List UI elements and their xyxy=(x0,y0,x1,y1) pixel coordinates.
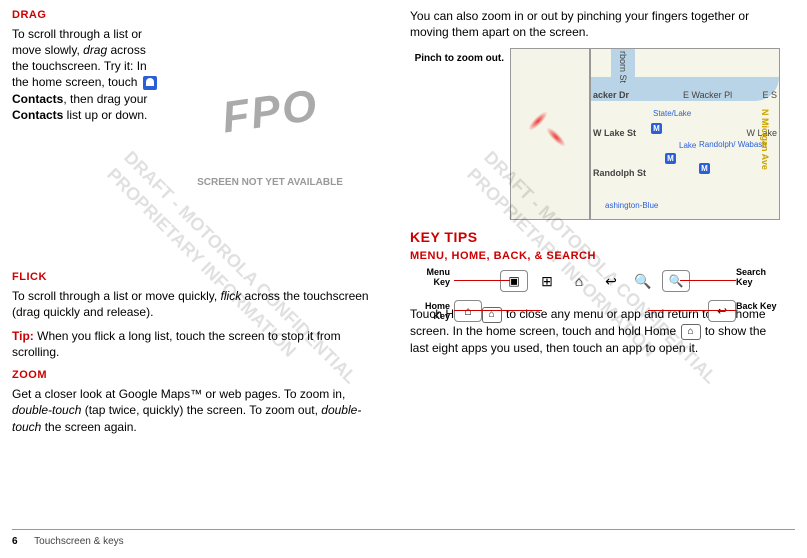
back-glyph: ↩ xyxy=(598,271,624,291)
street-label: N Micigan Ave xyxy=(759,109,771,170)
search-glyph: 🔍 xyxy=(630,271,656,291)
fpo-text: FPO xyxy=(218,76,322,148)
map-small xyxy=(510,48,590,220)
transit-label: ashington-Blue xyxy=(605,201,658,212)
transit-label: Lake xyxy=(679,141,696,152)
menu-glyph: ⊞ xyxy=(534,271,560,291)
text: Get a closer look at Google Maps™ or web… xyxy=(12,387,345,401)
home-key-label: Home Key xyxy=(410,302,450,322)
footer: 6 Touchscreen & keys xyxy=(12,535,124,549)
footer-section: Touchscreen & keys xyxy=(34,536,124,547)
back-key-label: Back Key xyxy=(736,302,780,312)
pinch-gesture-icon xyxy=(529,109,573,153)
footer-rule xyxy=(12,529,795,530)
fpo-placeholder: FPO SCREEN NOT YET AVAILABLE xyxy=(170,26,370,246)
home-glyph: ⌂ xyxy=(566,271,592,291)
menu-key-icon: ▣ xyxy=(500,270,528,292)
drag-paragraph: To scroll through a list or move slowly,… xyxy=(12,26,160,123)
street-label: Randolph St xyxy=(593,167,646,179)
zoom-paragraph: Get a closer look at Google Maps™ or web… xyxy=(12,386,382,435)
key-tips-heading: KEY TIPS xyxy=(410,228,780,247)
tip-paragraph: Tip: When you flick a long list, touch t… xyxy=(12,328,382,360)
search-key-label: Search Key xyxy=(736,268,780,288)
search-key-icon: 🔍 xyxy=(662,270,690,292)
metro-icon: M xyxy=(651,123,662,134)
flick-paragraph: To scroll through a list or move quickly… xyxy=(12,288,382,320)
text-bold: Contacts xyxy=(12,92,63,106)
text-em: double-touch xyxy=(12,403,81,417)
page-number: 6 xyxy=(12,536,18,547)
text-bold: Contacts xyxy=(12,108,63,122)
zoom-heading: ZOOM xyxy=(12,368,382,383)
text: , then drag your xyxy=(63,92,147,106)
metro-icon: M xyxy=(699,163,710,174)
pinch-intro: You can also zoom in or out by pinching … xyxy=(410,8,780,40)
menu-home-back-search-heading: MENU, HOME, BACK, & SEARCH xyxy=(410,249,780,264)
text-em: drag xyxy=(83,43,107,57)
menu-key-label: Menu Key xyxy=(410,268,450,288)
home-inline-icon: ⌂ xyxy=(681,324,701,340)
map-figure: Pinch to zoom out. rborn St acker Dr E W… xyxy=(410,48,780,220)
home-key-icon: ⌂ xyxy=(454,300,482,322)
flick-heading: FLICK xyxy=(12,270,382,285)
fpo-subtitle: SCREEN NOT YET AVAILABLE xyxy=(197,176,343,190)
transit-label: Randolph/ Wabash xyxy=(699,141,767,149)
map-large: rborn St acker Dr E Wacker Pl E S State/… xyxy=(590,48,780,220)
back-key-icon: ↩ xyxy=(708,300,736,322)
transit-label: State/Lake xyxy=(653,109,691,120)
drag-heading: DRAG xyxy=(12,8,382,23)
street-label: acker Dr xyxy=(593,89,629,101)
street-label: rborn St xyxy=(617,51,629,83)
softkey-diagram: Menu Key Home Key Search Key Back Key ▣ … xyxy=(410,270,780,292)
text: list up or down. xyxy=(63,108,147,122)
tip-text: When you flick a long list, touch the sc… xyxy=(12,329,341,359)
tip-label: Tip: xyxy=(12,329,34,343)
text: the screen again. xyxy=(41,420,136,434)
street-label: W Lake St xyxy=(593,127,636,139)
contacts-icon xyxy=(143,76,157,90)
text-em: flick xyxy=(221,289,242,303)
text: To scroll through a list or move quickly… xyxy=(12,289,221,303)
text: (tap twice, quickly) the screen. To zoom… xyxy=(81,403,321,417)
metro-icon: M xyxy=(665,153,676,164)
pinch-label: Pinch to zoom out. xyxy=(410,48,504,220)
street-label: E Wacker Pl xyxy=(683,89,732,101)
street-label: E S xyxy=(762,89,777,101)
